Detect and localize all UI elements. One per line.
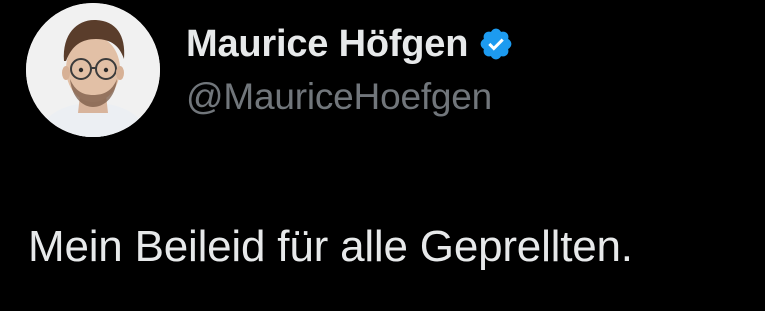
tweet-card: Maurice Höfgen @MauriceHoefgen Mein Beil… bbox=[0, 0, 765, 311]
verified-badge-icon[interactable] bbox=[478, 26, 514, 62]
author-display-name[interactable]: Maurice Höfgen bbox=[186, 23, 468, 66]
avatar-photo bbox=[26, 3, 160, 137]
tweet-text: Mein Beileid für alle Geprellten. bbox=[28, 222, 633, 271]
author-name-row: Maurice Höfgen bbox=[186, 18, 514, 70]
author-handle[interactable]: @MauriceHoefgen bbox=[186, 76, 492, 118]
avatar[interactable] bbox=[26, 3, 160, 137]
